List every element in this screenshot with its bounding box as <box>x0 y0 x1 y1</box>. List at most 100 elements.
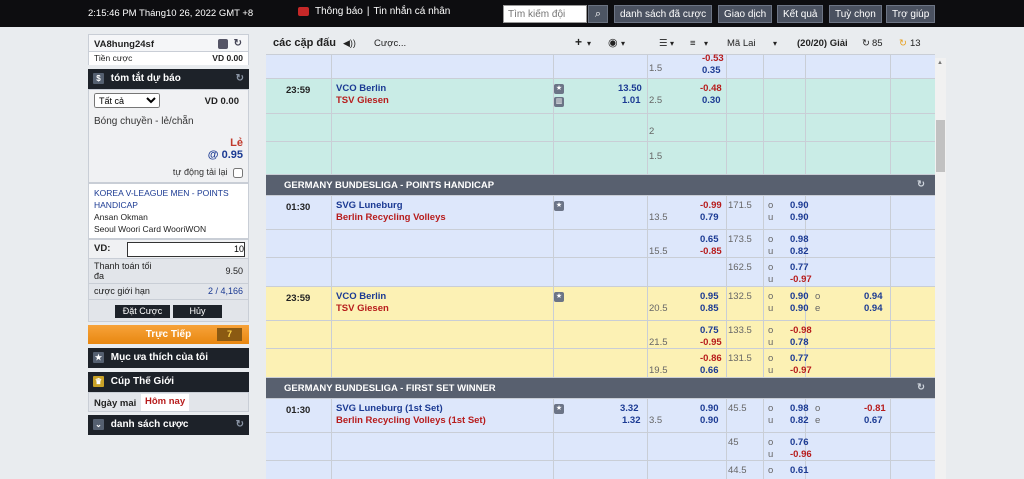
odds-cell[interactable]: 0.90 <box>790 291 809 302</box>
scrollbar-thumb[interactable] <box>936 120 945 172</box>
favorite-star-icon[interactable]: ★ <box>554 404 564 414</box>
notice-area: Thông báo | Tin nhắn cá nhân <box>298 6 450 17</box>
auto-accept[interactable]: tự động tải lại <box>94 167 243 178</box>
league-header[interactable]: GERMANY BUNDESLIGA - FIRST SET WINNER ↻ <box>266 378 935 399</box>
refresh-icon[interactable]: ↻ <box>862 38 870 49</box>
chevron-down-icon[interactable]: ▾ <box>670 39 674 48</box>
odds-cell[interactable]: 0.90 <box>790 212 809 223</box>
league-header[interactable]: GERMANY BUNDESLIGA - POINTS HANDICAP ↻ <box>266 175 935 196</box>
odds-cell[interactable]: 0.82 <box>790 246 809 257</box>
place-bet-button[interactable]: Đặt Cược <box>115 304 170 318</box>
tab-today[interactable]: Hôm nay <box>141 393 190 411</box>
odds-cell[interactable]: 0.90 <box>700 415 719 426</box>
live-button[interactable]: Trực Tiếp 7 <box>88 324 249 344</box>
chevron-down-icon[interactable]: ▾ <box>704 39 708 48</box>
odds-cell[interactable]: 0.67 <box>864 415 883 426</box>
odds-cell[interactable]: 0.66 <box>700 365 719 376</box>
over-label: o <box>768 353 774 364</box>
favorite-star-icon[interactable]: ★ <box>554 84 564 94</box>
odds-cell[interactable]: -0.99 <box>700 200 722 211</box>
options-button[interactable]: Tuỳ chọn <box>829 5 882 23</box>
odds-cell[interactable]: 0.65 <box>700 234 719 245</box>
odds-cell[interactable]: 3.32 <box>620 403 639 414</box>
odds-cell[interactable]: 0.98 <box>790 403 809 414</box>
odds-cell[interactable]: 0.78 <box>790 337 809 348</box>
help-button[interactable]: Trợ giúp <box>886 5 936 23</box>
tab-tomorrow[interactable]: Ngày mai <box>90 396 140 411</box>
odds-cell[interactable]: 0.76 <box>790 437 809 448</box>
odds-cell[interactable]: 0.85 <box>700 303 719 314</box>
messages-link[interactable]: Tin nhắn cá nhân <box>373 6 450 17</box>
chevron-down-icon[interactable]: ▾ <box>587 39 591 48</box>
away-team: TSV Giesen <box>336 303 389 314</box>
odds-cell[interactable]: -0.53 <box>702 53 724 64</box>
mail-icon[interactable] <box>218 39 228 49</box>
favorite-star-icon[interactable]: ★ <box>554 201 564 211</box>
odds-cell[interactable]: 0.61 <box>790 465 809 476</box>
stake-input[interactable] <box>127 241 245 257</box>
odds-cell[interactable]: -0.97 <box>790 365 812 376</box>
refresh-icon[interactable]: ↻ <box>917 179 925 190</box>
handicap-line: 3.5 <box>649 415 663 426</box>
odds-cell[interactable]: -0.81 <box>864 403 886 414</box>
match-info: KOREA V-LEAGUE MEN - POINTS HANDICAP Ans… <box>88 182 249 239</box>
odds-cell[interactable]: 0.90 <box>700 403 719 414</box>
notice-link[interactable]: Thông báo <box>315 6 363 17</box>
chevron-down-icon[interactable]: ▾ <box>621 39 625 48</box>
search-button[interactable]: ⌕ <box>588 5 608 23</box>
odds-cell[interactable]: 1.01 <box>622 95 641 106</box>
auto-accept-checkbox[interactable] <box>233 167 243 178</box>
home-team: VCO Berlin <box>336 291 387 302</box>
league-title: GERMANY BUNDESLIGA - FIRST SET WINNER <box>284 383 496 394</box>
refresh-icon[interactable]: ↻ <box>234 38 242 49</box>
odds-cell[interactable]: 0.77 <box>790 353 809 364</box>
stats-icon[interactable]: ▥ <box>554 97 564 107</box>
betslip-header[interactable]: $ tóm tắt dự báo ↻ <box>88 69 249 89</box>
time-icon[interactable]: ◉ <box>608 36 618 49</box>
odds-cell[interactable]: 0.94 <box>864 303 883 314</box>
odds-type[interactable]: Mã Lai <box>727 38 756 49</box>
results-button[interactable]: Kết quả <box>777 5 824 23</box>
chevron-down-icon[interactable]: ▾ <box>773 39 777 48</box>
league-count[interactable]: (20/20) Giải <box>797 38 848 49</box>
odds-cell[interactable]: 0.90 <box>790 303 809 314</box>
odds-cell[interactable]: 0.82 <box>790 415 809 426</box>
mybets-header[interactable]: ⌄ danh sách cược ↻ <box>88 414 249 435</box>
odds-cell[interactable]: -0.96 <box>790 449 812 460</box>
odds-cell[interactable]: 0.30 <box>702 95 721 106</box>
odds-cell[interactable]: 0.90 <box>790 200 809 211</box>
worldcup-header[interactable]: ♛ Cúp Thế Giới <box>88 371 249 392</box>
bets-dropdown[interactable]: Cược... <box>374 38 406 49</box>
sort-icon[interactable]: ☰ <box>659 38 668 49</box>
away-team: Berlin Recycling Volleys (1st Set) <box>336 415 486 426</box>
odds-cell[interactable]: -0.86 <box>700 353 722 364</box>
odds-cell[interactable]: 0.35 <box>702 65 721 76</box>
bet-list-button[interactable]: danh sách đã cược <box>614 5 713 23</box>
odds-cell[interactable]: 0.95 <box>700 291 719 302</box>
refresh-icon[interactable]: ↻ <box>236 73 244 84</box>
sound-icon[interactable]: ◀)) <box>343 38 356 49</box>
odds-cell[interactable]: 13.50 <box>618 83 642 94</box>
list-icon[interactable]: ≡ <box>690 38 696 49</box>
filter-select[interactable]: Tất cả <box>94 93 160 108</box>
odds-cell[interactable]: 0.79 <box>700 212 719 223</box>
search-input[interactable] <box>503 5 587 23</box>
odds-cell[interactable]: -0.48 <box>700 83 722 94</box>
odds-cell[interactable]: -0.98 <box>790 325 812 336</box>
odds-cell[interactable]: 0.75 <box>700 325 719 336</box>
scrollbar[interactable]: ▲ <box>935 58 946 479</box>
odds-cell[interactable]: 0.98 <box>790 234 809 245</box>
cancel-button[interactable]: Hủy <box>173 304 222 318</box>
favorites-header[interactable]: ★ Mục ưa thích của tôi <box>88 347 249 368</box>
refresh-icon[interactable]: ↻ <box>236 419 244 430</box>
favorite-star-icon[interactable]: ★ <box>554 292 564 302</box>
odds-cell[interactable]: 0.94 <box>864 291 883 302</box>
refresh-icon[interactable]: ↻ <box>917 382 925 393</box>
odds-cell[interactable]: 1.32 <box>622 415 641 426</box>
transactions-button[interactable]: Giao dịch <box>718 5 773 23</box>
odds-cell[interactable]: 0.77 <box>790 262 809 273</box>
add-icon[interactable]: + <box>575 35 582 49</box>
odds-cell[interactable]: -0.95 <box>700 337 722 348</box>
odds-cell[interactable]: -0.85 <box>700 246 722 257</box>
odds-cell[interactable]: -0.97 <box>790 274 812 285</box>
